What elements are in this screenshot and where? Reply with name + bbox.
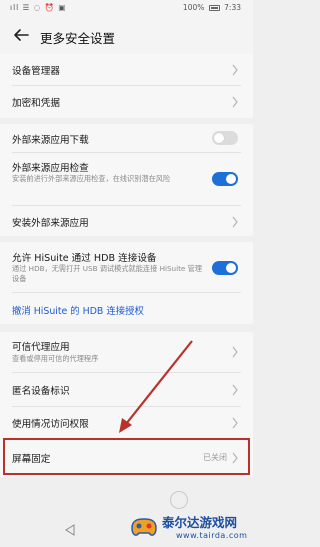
divider: [12, 292, 241, 293]
row-usage-access[interactable]: 使用情况访问权限: [0, 407, 253, 438]
status-icons: ıll ☰ ◌ ⏰ ▣: [10, 3, 67, 12]
group-device: 设备管理器 加密和凭据: [0, 54, 253, 118]
page-title: 更多安全设置: [40, 31, 116, 46]
toggle-knob: [226, 174, 236, 184]
nav-back-icon[interactable]: [64, 524, 76, 536]
row-encryption[interactable]: 加密和凭据: [0, 86, 253, 118]
row-label: 匿名设备标识: [12, 386, 70, 397]
ext-check-toggle[interactable]: [212, 172, 238, 186]
row-label: 可信代理应用: [12, 342, 70, 353]
group-external-apps: 外部来源应用下载 外部来源应用检查 安装前进行外部来源应用检查，在线识别潜在风险…: [0, 124, 253, 236]
game-controller-logo-icon: [131, 518, 157, 536]
row-device-manager[interactable]: 设备管理器: [0, 54, 253, 85]
toggle-knob: [214, 133, 224, 143]
row-install-ext[interactable]: 安装外部来源应用: [0, 206, 253, 236]
battery-icon: [208, 5, 220, 11]
watermark: 泰尔达游戏网 www.tairda.com: [128, 508, 253, 547]
status-right: 100% 7:33: [183, 3, 241, 12]
status-bar: ıll ☰ ◌ ⏰ ▣ 100% 7:33: [0, 0, 253, 18]
row-description: 通过 HDB，无需打开 USB 调试模式就能连接 HiSuite 管理设备: [12, 264, 202, 283]
chevron-right-icon: [232, 384, 238, 396]
battery-percent: 100%: [182, 3, 205, 12]
row-label: 外部来源应用下载: [12, 135, 89, 146]
status-time: 7:33: [224, 3, 241, 12]
row-description: 查看或停用可信的代理程序: [12, 354, 99, 363]
row-label: 设备管理器: [12, 66, 60, 77]
toggle-knob: [226, 263, 236, 273]
row-ext-check[interactable]: 外部来源应用检查 安装前进行外部来源应用检查，在线识别潜在风险: [0, 153, 253, 205]
watermark-name: 泰尔达游戏网: [162, 515, 238, 530]
highlight-box: [3, 438, 250, 475]
row-label: 允许 HiSuite 通过 HDB 连接设备: [12, 253, 157, 264]
chevron-right-icon: [232, 417, 238, 429]
chevron-right-icon: [232, 96, 238, 108]
row-label: 加密和凭据: [12, 98, 60, 109]
hisuite-toggle[interactable]: [212, 261, 238, 275]
chevron-right-icon: [232, 346, 238, 358]
ext-download-toggle[interactable]: [212, 131, 238, 145]
group-hisuite: 允许 HiSuite 通过 HDB 连接设备 通过 HDB，无需打开 USB 调…: [0, 242, 253, 324]
back-arrow-icon[interactable]: [12, 26, 30, 44]
row-label: 使用情况访问权限: [12, 419, 89, 430]
chevron-right-icon: [232, 216, 238, 228]
chevron-right-icon: [232, 64, 238, 76]
row-ext-download[interactable]: 外部来源应用下载: [0, 124, 253, 152]
app-header: 更多安全设置: [0, 18, 253, 54]
row-anon-id[interactable]: 匿名设备标识: [0, 373, 253, 406]
row-description: 安装前进行外部来源应用检查，在线识别潜在风险: [12, 174, 171, 183]
row-trust-agent[interactable]: 可信代理应用 查看或停用可信的代理程序: [0, 332, 253, 372]
screen: ıll ☰ ◌ ⏰ ▣ 100% 7:33 更多安全设置 设备管理器 加密和凭据…: [0, 0, 253, 547]
revoke-hisuite-link[interactable]: 撤消 HiSuite 的 HDB 连接授权: [12, 303, 144, 317]
watermark-url: www.tairda.com: [176, 531, 248, 540]
row-label: 外部来源应用检查: [12, 163, 89, 174]
row-label: 安装外部来源应用: [12, 218, 89, 229]
row-hisuite[interactable]: 允许 HiSuite 通过 HDB 连接设备 通过 HDB，无需打开 USB 调…: [0, 242, 253, 292]
nav-home-icon[interactable]: [170, 491, 188, 509]
